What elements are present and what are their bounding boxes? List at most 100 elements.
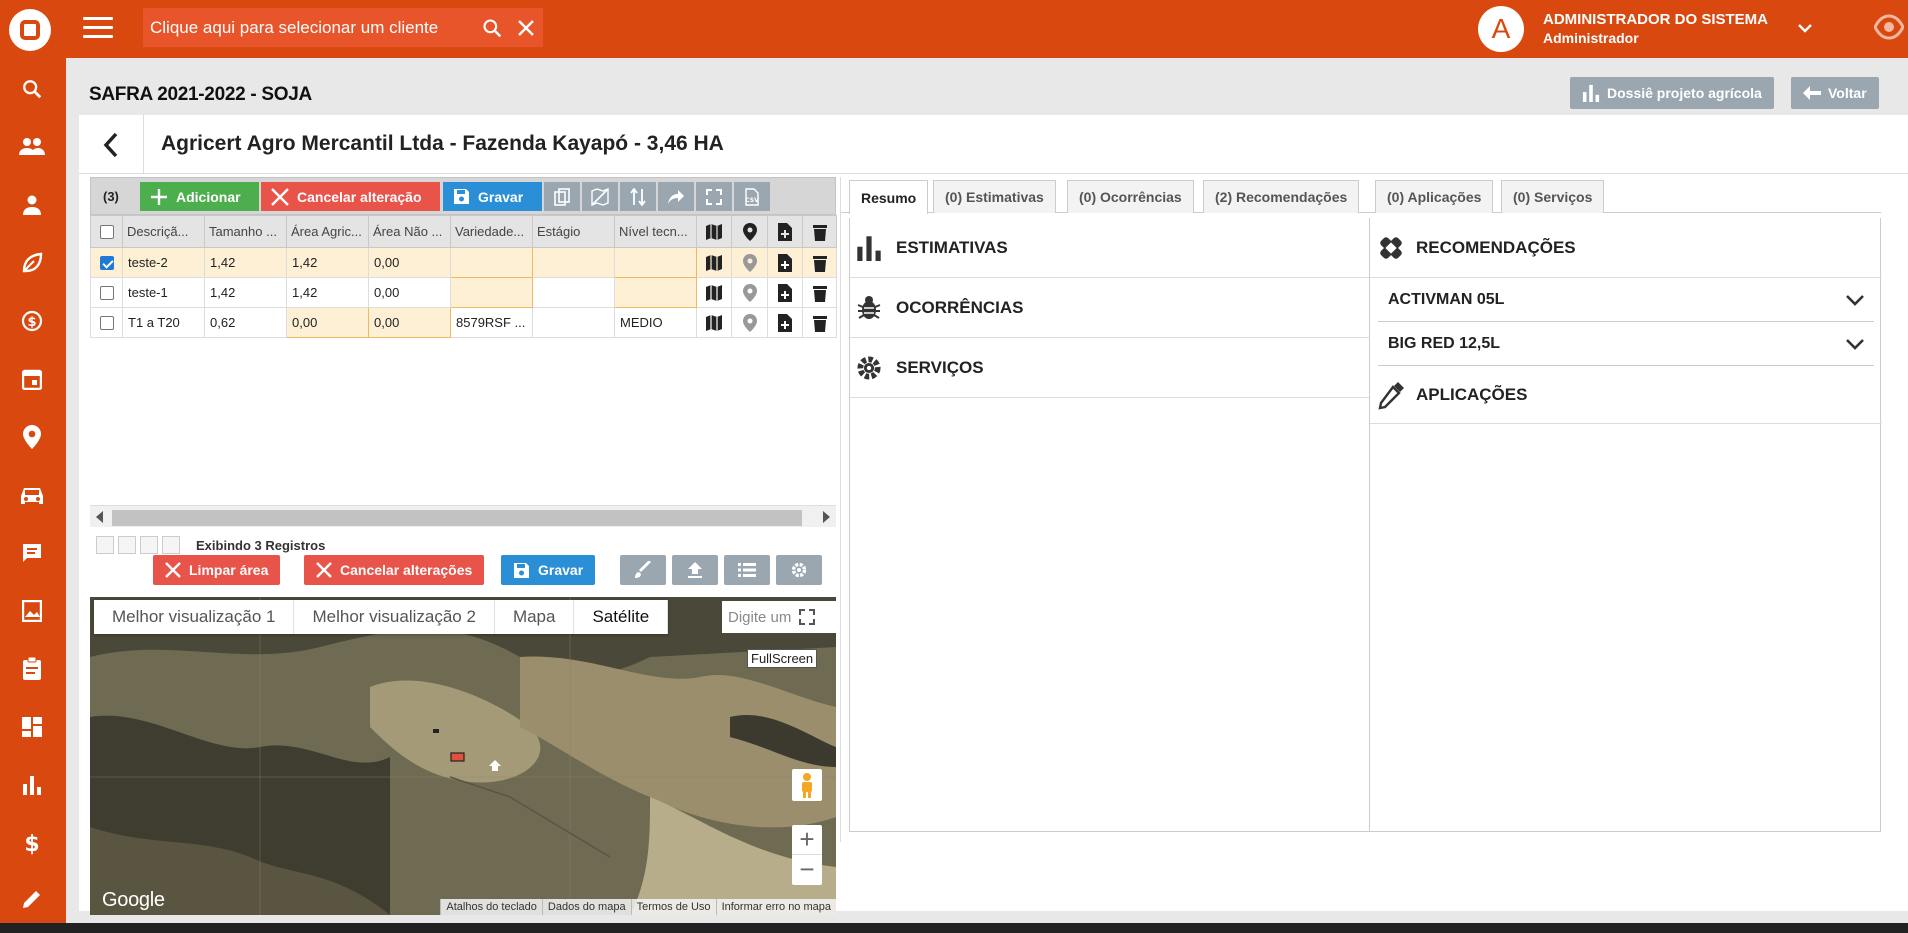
app-logo[interactable]	[9, 9, 51, 51]
column-header[interactable]: Descriçã...	[122, 215, 205, 248]
map-type-option[interactable]: Mapa	[495, 600, 575, 634]
last-page-icon[interactable]	[162, 536, 180, 554]
clipboard-icon[interactable]	[17, 654, 47, 684]
map-type-option[interactable]: Melhor visualização 2	[294, 600, 495, 634]
cell-stage[interactable]	[532, 247, 615, 278]
cell-tech-level[interactable]	[614, 247, 697, 278]
trash-icon[interactable]	[802, 307, 837, 338]
chevron-down-icon[interactable]	[1846, 338, 1864, 350]
money-cycle-icon[interactable]: $	[17, 306, 47, 336]
hamburger-menu-icon[interactable]	[83, 17, 113, 41]
cell-size[interactable]: 1,42	[204, 277, 287, 308]
fullscreen-icon[interactable]	[799, 609, 816, 625]
cell-variety[interactable]	[450, 247, 533, 278]
cell-description[interactable]: teste-2	[122, 247, 205, 278]
pencil-icon[interactable]	[17, 884, 47, 914]
photo-icon[interactable]	[17, 596, 47, 626]
fullscreen-button[interactable]: FullScreen	[747, 649, 818, 668]
cell-variety[interactable]: 8579RSF ...	[450, 307, 533, 338]
row-checkbox[interactable]	[90, 247, 123, 278]
cell-nonagri-area[interactable]: 0,00	[368, 307, 451, 338]
cell-variety[interactable]	[450, 277, 533, 308]
map-icon[interactable]	[696, 277, 732, 308]
map-search-input[interactable]: Digite um	[722, 601, 836, 633]
map-type-option[interactable]: Melhor visualização 1	[94, 600, 295, 634]
row-checkbox[interactable]	[90, 307, 123, 338]
map-save-button[interactable]: Gravar	[501, 555, 596, 585]
map-icon[interactable]	[696, 307, 732, 338]
section-aplicacoes[interactable]: APLICAÇÕES	[1370, 366, 1882, 424]
upload-icon[interactable]	[672, 555, 718, 585]
tab-estimativas[interactable]: (0) Estimativas	[933, 180, 1056, 213]
column-header[interactable]: Estágio	[532, 215, 615, 248]
dollar-icon[interactable]: $	[17, 828, 47, 858]
cell-nonagri-area[interactable]: 0,00	[368, 247, 451, 278]
scroll-left-icon[interactable]	[96, 511, 104, 523]
table-row[interactable]: teste-2 1,42 1,42 0,00	[90, 247, 837, 278]
search-icon[interactable]	[475, 18, 509, 38]
save-button[interactable]: Gravar	[443, 182, 542, 211]
cell-size[interactable]: 0,62	[204, 307, 287, 338]
cell-tech-level[interactable]: MEDIO	[614, 307, 697, 338]
scroll-right-icon[interactable]	[822, 511, 830, 523]
tab-servicos[interactable]: (0) Serviços	[1501, 180, 1605, 213]
users-icon[interactable]	[17, 132, 47, 162]
search-icon[interactable]	[17, 74, 47, 104]
zoom-out-icon[interactable]: −	[792, 855, 822, 885]
table-row[interactable]: teste-1 1,42 1,42 0,00	[90, 277, 837, 308]
horizontal-scrollbar[interactable]	[90, 505, 836, 527]
satellite-map[interactable]: Melhor visualização 1 Melhor visualizaçã…	[90, 597, 836, 915]
cell-nonagri-area[interactable]: 0,00	[368, 277, 451, 308]
cancel-changes-button[interactable]: Cancelar alterações	[304, 555, 485, 585]
location-pin-icon[interactable]	[17, 422, 47, 452]
chat-icon[interactable]	[17, 538, 47, 568]
eye-icon[interactable]	[1874, 14, 1904, 40]
add-file-icon[interactable]	[767, 307, 803, 338]
clear-icon[interactable]	[509, 19, 543, 36]
back-arrow-icon[interactable]	[79, 115, 144, 174]
column-header[interactable]: Área Agric...	[286, 215, 369, 248]
section-servicos[interactable]: SERVIÇOS	[850, 338, 1369, 398]
column-header[interactable]: Nível tecn...	[614, 215, 697, 248]
tab-recomendacoes[interactable]: (2) Recomendações	[1203, 180, 1360, 213]
cell-stage[interactable]	[532, 277, 615, 308]
copy-icon[interactable]	[544, 182, 580, 211]
table-row[interactable]: T1 a T20 0,62 0,00 0,00 8579RSF ... MEDI…	[90, 307, 837, 338]
hide-map-icon[interactable]	[582, 182, 618, 211]
column-header[interactable]: Tamanho ...	[204, 215, 287, 248]
add-file-icon[interactable]	[767, 277, 803, 308]
cell-description[interactable]: teste-1	[122, 277, 205, 308]
csv-export-icon[interactable]: CSV	[734, 182, 770, 211]
column-header[interactable]: Variedade...	[450, 215, 533, 248]
map-footer-link[interactable]: Termos de Uso	[630, 899, 716, 915]
location-pin-icon[interactable]	[731, 277, 768, 308]
chevron-down-icon[interactable]	[1846, 294, 1864, 306]
calendar-icon[interactable]	[17, 364, 47, 394]
map-footer-link[interactable]: Informar erro no mapa	[715, 899, 836, 915]
cell-description[interactable]: T1 a T20	[122, 307, 205, 338]
tab-resumo[interactable]: Resumo	[849, 180, 929, 214]
zoom-in-icon[interactable]: +	[792, 825, 822, 855]
prev-page-icon[interactable]	[118, 536, 136, 554]
cancel-change-button[interactable]: Cancelar alteração	[261, 182, 440, 211]
car-icon[interactable]	[17, 480, 47, 510]
row-checkbox[interactable]	[90, 277, 123, 308]
add-button[interactable]: Adicionar	[140, 182, 259, 211]
recommendation-item[interactable]: ACTIVMAN 05L	[1378, 278, 1874, 322]
cell-size[interactable]: 1,42	[204, 247, 287, 278]
section-recomendacoes[interactable]: RECOMENDAÇÕES	[1370, 218, 1882, 278]
column-header[interactable]: Área Não ...	[368, 215, 451, 248]
cell-stage[interactable]	[532, 307, 615, 338]
brush-icon[interactable]	[620, 555, 666, 585]
client-selector[interactable]: Clique aqui para selecionar um cliente	[143, 8, 543, 47]
select-all-checkbox[interactable]	[90, 215, 123, 248]
add-file-icon[interactable]	[767, 247, 803, 278]
map-footer-link[interactable]: Dados do mapa	[541, 899, 631, 915]
list-icon[interactable]	[724, 555, 770, 585]
clear-area-button[interactable]: Limpar área	[153, 555, 281, 585]
first-page-icon[interactable]	[96, 536, 114, 554]
trash-icon[interactable]	[802, 277, 837, 308]
street-view-pegman-icon[interactable]	[792, 769, 822, 801]
location-pin-icon[interactable]	[731, 247, 768, 278]
user-menu[interactable]: A ADMINISTRADOR DO SISTEMA Administrador	[1478, 0, 1908, 58]
